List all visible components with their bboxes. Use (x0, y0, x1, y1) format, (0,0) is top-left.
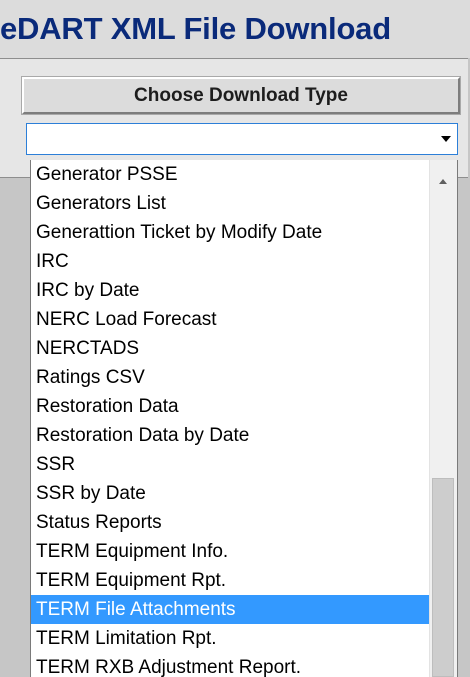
dropdown-option[interactable]: Generators List (31, 189, 429, 218)
scroll-thumb[interactable] (432, 478, 454, 677)
section-header: Choose Download Type (134, 85, 348, 106)
dropdown-option[interactable]: SSR (31, 450, 429, 479)
app-title: eDART XML File Download (0, 0, 470, 58)
dropdown-option[interactable]: IRC by Date (31, 276, 429, 305)
dropdown-option[interactable]: TERM Equipment Rpt. (31, 566, 429, 595)
scroll-up-icon[interactable] (439, 179, 447, 184)
dropdown-option[interactable]: Generattion Ticket by Modify Date (31, 218, 429, 247)
dropdown-option[interactable]: Generator PSSE (31, 160, 429, 189)
section-header-box: Choose Download Type (21, 76, 461, 115)
chevron-down-icon[interactable] (441, 136, 451, 142)
dropdown-option[interactable]: Restoration Data (31, 392, 429, 421)
dropdown-option[interactable]: TERM File Attachments (31, 595, 429, 624)
dropdown-option[interactable]: TERM RXB Adjustment Report. (31, 653, 429, 677)
scrollbar[interactable] (429, 160, 457, 677)
dropdown-option[interactable]: Status Reports (31, 508, 429, 537)
dropdown-option[interactable]: NERCTADS (31, 334, 429, 363)
dropdown-option[interactable]: Ratings CSV (31, 363, 429, 392)
dropdown-option[interactable]: IRC (31, 247, 429, 276)
dropdown-option[interactable]: TERM Limitation Rpt. (31, 624, 429, 653)
dropdown-option[interactable]: TERM Equipment Info. (31, 537, 429, 566)
dropdown-option[interactable]: Restoration Data by Date (31, 421, 429, 450)
download-type-select[interactable] (26, 123, 458, 155)
dropdown-list[interactable]: Generator PSSE Generators List Generattion… (30, 160, 458, 677)
dropdown-option[interactable]: NERC Load Forecast (31, 305, 429, 334)
dropdown-option[interactable]: SSR by Date (31, 479, 429, 508)
dropdown-options: Generator PSSE Generators List Generattion… (31, 160, 429, 677)
